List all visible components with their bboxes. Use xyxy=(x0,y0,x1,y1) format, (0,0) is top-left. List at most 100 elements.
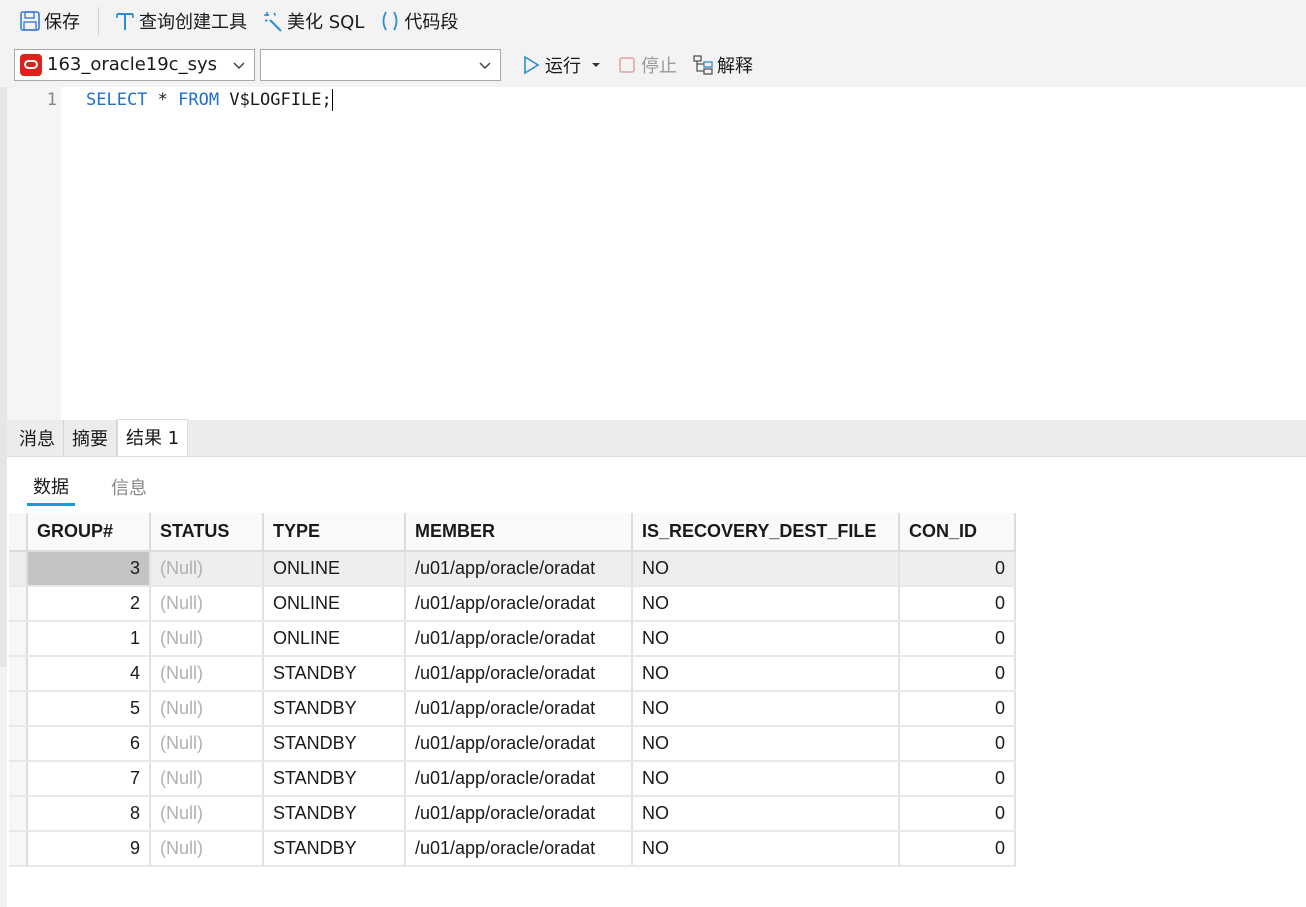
explain-button[interactable]: 解释 xyxy=(687,50,757,80)
connection-select[interactable]: 163_oracle19c_sys xyxy=(14,48,255,81)
chevron-down-icon xyxy=(233,61,245,69)
line-gutter: 1 xyxy=(7,87,61,420)
run-dropdown-icon[interactable] xyxy=(591,54,601,75)
table-cell[interactable]: 0 xyxy=(899,621,1016,657)
save-icon xyxy=(18,9,42,33)
table-cell[interactable]: 0 xyxy=(899,831,1016,867)
table-row[interactable]: 3 (Null) ONLINE/u01/app/oracle/oradat NO 0 xyxy=(9,551,1016,587)
sql-editor[interactable]: 1 SELECT * FROM V$LOGFILE; xyxy=(7,87,1306,420)
table-cell[interactable]: 0 xyxy=(899,586,1016,622)
row-indicator[interactable] xyxy=(9,586,28,622)
table-cell[interactable]: 5 xyxy=(27,691,151,727)
keyword-select: SELECT xyxy=(86,90,148,110)
table-row[interactable]: 8 (Null) STANDBY/u01/app/oracle/oradat NO 0 xyxy=(9,796,1016,832)
tab-result-1[interactable]: 结果 1 xyxy=(117,419,189,456)
table-cell[interactable]: (Null) xyxy=(150,726,264,762)
table-row[interactable]: 6 (Null) STANDBY/u01/app/oracle/oradat NO 0 xyxy=(9,726,1016,762)
table-cell[interactable]: 3 xyxy=(27,551,151,587)
row-indicator[interactable] xyxy=(9,796,28,832)
table-cell[interactable]: ONLINE xyxy=(263,586,406,622)
table-cell[interactable]: (Null) xyxy=(150,656,264,692)
row-indicator[interactable] xyxy=(9,621,28,657)
table-cell[interactable]: 7 xyxy=(27,761,151,797)
table-cell[interactable]: (Null) xyxy=(150,831,264,867)
database-select[interactable] xyxy=(260,48,501,81)
tab-summary[interactable]: 摘要 xyxy=(64,420,117,456)
table-cell[interactable]: 0 xyxy=(899,761,1016,797)
table-cell[interactable]: (Null) xyxy=(150,796,264,832)
table-row[interactable]: 9 (Null) STANDBY/u01/app/oracle/oradat NO 0 xyxy=(9,831,1016,867)
table-cell[interactable]: NO xyxy=(632,586,900,622)
row-indicator[interactable] xyxy=(9,831,28,867)
table-cell[interactable]: NO xyxy=(632,656,900,692)
column-header[interactable]: GROUP# xyxy=(27,513,151,552)
table-cell[interactable]: 0 xyxy=(899,726,1016,762)
table-cell[interactable]: NO xyxy=(632,831,900,867)
table-cell[interactable]: 9 xyxy=(27,831,151,867)
column-header[interactable]: CON_ID xyxy=(899,513,1016,552)
save-button[interactable]: 保存 xyxy=(14,6,84,36)
table-row[interactable]: 2 (Null) ONLINE/u01/app/oracle/oradat NO 0 xyxy=(9,586,1016,622)
table-cell[interactable]: 0 xyxy=(899,691,1016,727)
table-cell[interactable]: 8 xyxy=(27,796,151,832)
table-cell[interactable]: ONLINE xyxy=(263,551,406,587)
table-cell[interactable]: 4 xyxy=(27,656,151,692)
table-cell[interactable]: NO xyxy=(632,761,900,797)
table-cell[interactable]: 6 xyxy=(27,726,151,762)
table-cell[interactable]: NO xyxy=(632,726,900,762)
table-cell[interactable]: (Null) xyxy=(150,551,264,587)
table-cell[interactable]: 0 xyxy=(899,796,1016,832)
table-cell[interactable]: STANDBY xyxy=(263,691,406,727)
row-indicator[interactable] xyxy=(9,551,28,587)
table-cell[interactable]: /u01/app/oracle/oradat xyxy=(405,656,633,692)
play-icon xyxy=(519,53,543,77)
table-cell[interactable]: STANDBY xyxy=(263,656,406,692)
table-cell[interactable]: (Null) xyxy=(150,761,264,797)
table-cell[interactable]: STANDBY xyxy=(263,831,406,867)
table-cell[interactable]: 1 xyxy=(27,621,151,657)
table-row[interactable]: 1 (Null) ONLINE/u01/app/oracle/oradat NO 0 xyxy=(9,621,1016,657)
table-cell[interactable]: NO xyxy=(632,691,900,727)
table-cell[interactable]: /u01/app/oracle/oradat xyxy=(405,831,633,867)
column-header[interactable]: MEMBER xyxy=(405,513,633,552)
table-cell[interactable]: STANDBY xyxy=(263,726,406,762)
table-cell[interactable]: /u01/app/oracle/oradat xyxy=(405,796,633,832)
column-header[interactable]: TYPE xyxy=(263,513,406,552)
table-cell[interactable]: /u01/app/oracle/oradat xyxy=(405,691,633,727)
table-row[interactable]: 4 (Null) STANDBY/u01/app/oracle/oradat NO 0 xyxy=(9,656,1016,692)
row-indicator[interactable] xyxy=(9,691,28,727)
subtab-info[interactable]: 信息 xyxy=(105,466,153,504)
stop-button[interactable]: 停止 xyxy=(611,50,681,80)
table-cell[interactable]: NO xyxy=(632,621,900,657)
table-cell[interactable]: 0 xyxy=(899,551,1016,587)
subtab-data[interactable]: 数据 xyxy=(27,465,75,506)
query-builder-button[interactable]: 查询创建工具 xyxy=(109,6,251,36)
table-cell[interactable]: NO xyxy=(632,796,900,832)
table-row[interactable]: 7 (Null) STANDBY/u01/app/oracle/oradat NO 0 xyxy=(9,761,1016,797)
tab-messages[interactable]: 消息 xyxy=(11,420,64,456)
table-cell[interactable]: /u01/app/oracle/oradat xyxy=(405,726,633,762)
table-cell[interactable]: 0 xyxy=(899,656,1016,692)
row-indicator[interactable] xyxy=(9,726,28,762)
table-cell[interactable]: (Null) xyxy=(150,586,264,622)
table-cell[interactable]: NO xyxy=(632,551,900,587)
code-snippet-button[interactable]: 代码段 xyxy=(374,6,462,36)
table-cell[interactable]: STANDBY xyxy=(263,761,406,797)
table-cell[interactable]: /u01/app/oracle/oradat xyxy=(405,586,633,622)
row-indicator[interactable] xyxy=(9,656,28,692)
table-cell[interactable]: /u01/app/oracle/oradat xyxy=(405,761,633,797)
table-cell[interactable]: /u01/app/oracle/oradat xyxy=(405,621,633,657)
table-cell[interactable]: /u01/app/oracle/oradat xyxy=(405,551,633,587)
table-cell[interactable]: (Null) xyxy=(150,691,264,727)
table-row[interactable]: 5 (Null) STANDBY/u01/app/oracle/oradat NO 0 xyxy=(9,691,1016,727)
table-cell[interactable]: STANDBY xyxy=(263,796,406,832)
column-header[interactable]: STATUS xyxy=(150,513,264,552)
table-cell[interactable]: 2 xyxy=(27,586,151,622)
row-indicator[interactable] xyxy=(9,761,28,797)
column-header[interactable]: IS_RECOVERY_DEST_FILE xyxy=(632,513,900,552)
beautify-sql-button[interactable]: 美化 SQL xyxy=(257,6,368,36)
table-cell[interactable]: (Null) xyxy=(150,621,264,657)
table-cell[interactable]: ONLINE xyxy=(263,621,406,657)
sql-code-line[interactable]: SELECT * FROM V$LOGFILE; xyxy=(86,89,333,111)
run-button[interactable]: 运行 xyxy=(515,50,605,80)
